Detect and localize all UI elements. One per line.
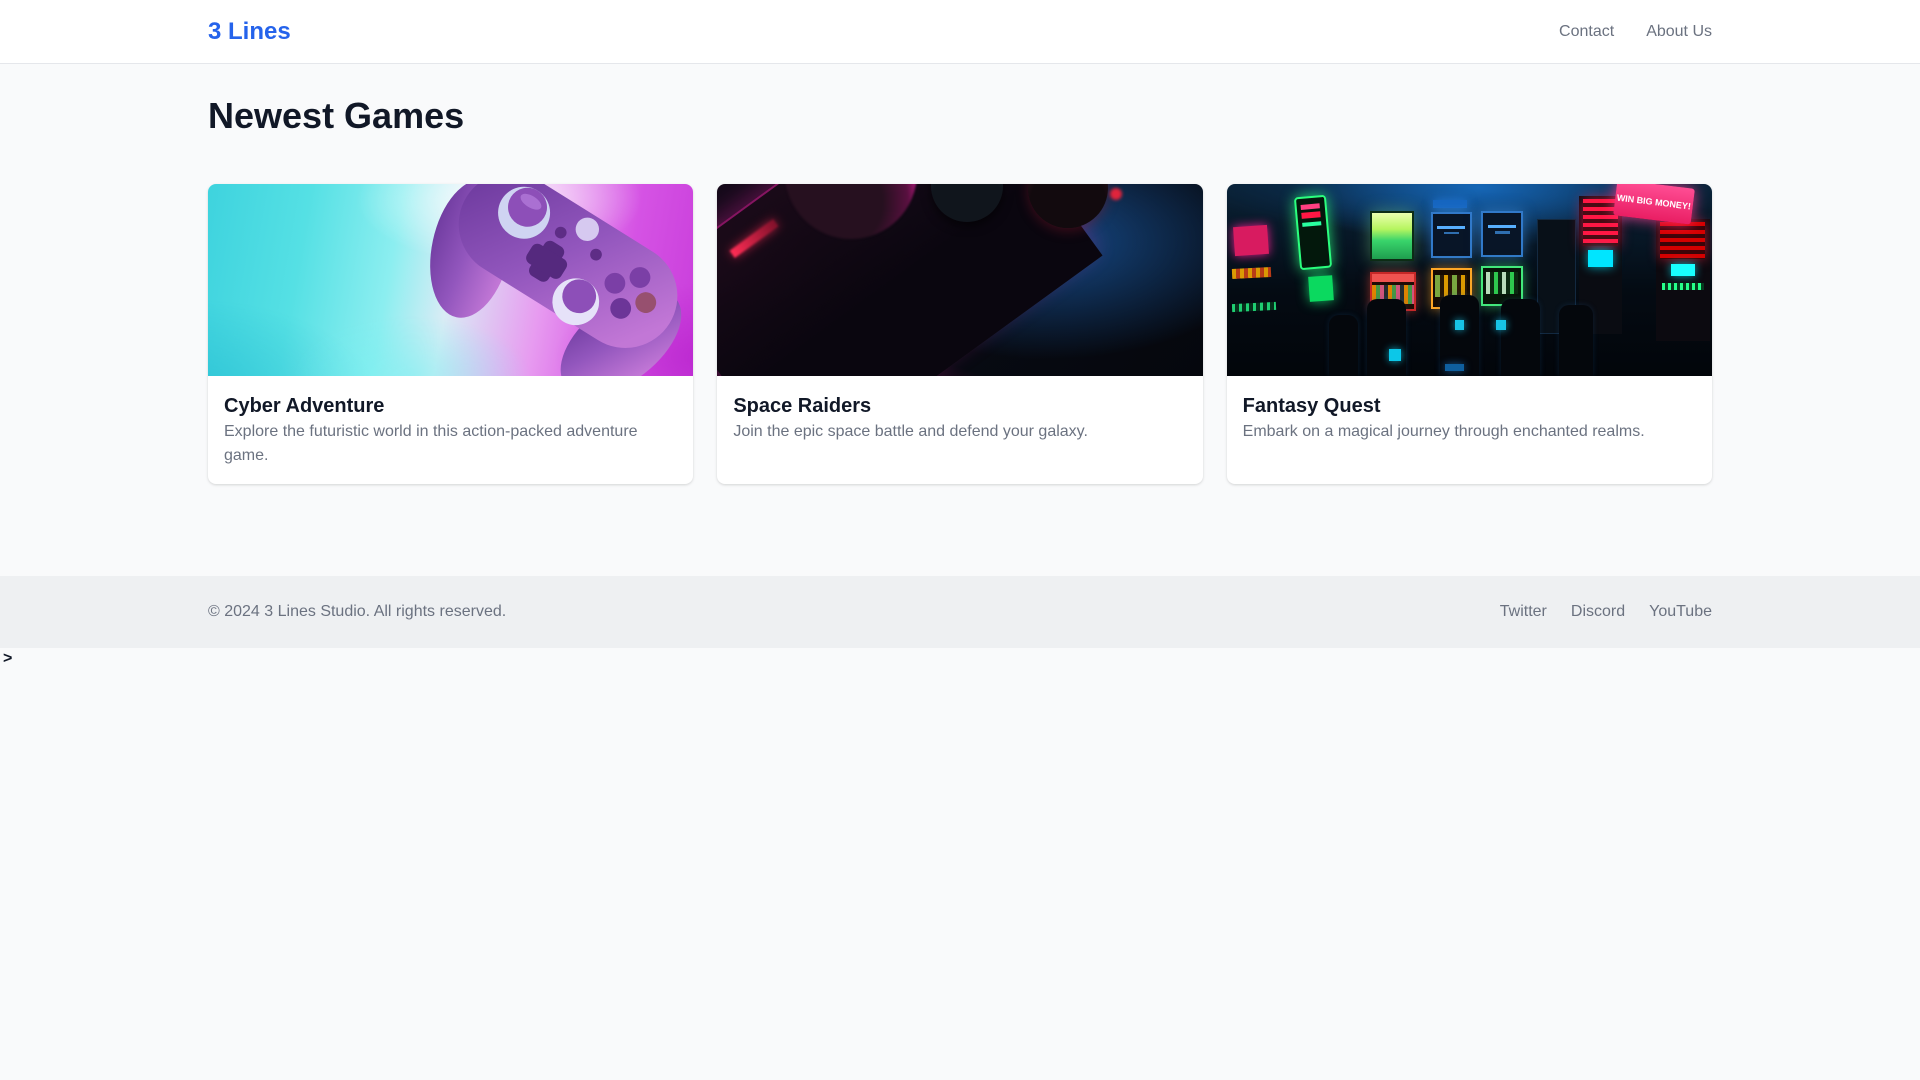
chair-silhouette (1559, 304, 1594, 376)
red-light-graphic (1110, 187, 1123, 200)
page-title: Newest Games (208, 95, 465, 136)
site-header: 3 Lines Contact About Us (0, 0, 1920, 64)
fantasy-quest-image: WIN BIG MONEY! (1226, 184, 1712, 376)
footer-links: Twitter Discord YouTube (1500, 603, 1712, 621)
chair-silhouette (1367, 299, 1407, 376)
neon-poster-graphic (1293, 194, 1332, 270)
card-title: Space Raiders (733, 395, 872, 417)
nav-link-contact[interactable]: Contact (1559, 23, 1614, 41)
site-footer: © 2024 3 Lines Studio. All rights reserv… (0, 576, 1920, 648)
stray-text: > (3, 650, 13, 667)
footer-link-discord[interactable]: Discord (1571, 603, 1625, 621)
arcade-screen-graphic (1481, 210, 1523, 257)
card-description: Explore the futuristic world in this act… (224, 423, 638, 464)
card-description: Embark on a magical journey through ench… (1242, 423, 1645, 440)
main-nav: Contact About Us (1559, 23, 1712, 41)
neon-sign-graphic (1308, 275, 1335, 302)
game-card-space-raiders: Space Raiders Join the epic space battle… (717, 184, 1203, 484)
stool-silhouette (1328, 314, 1358, 376)
nav-link-about-us[interactable]: About Us (1646, 23, 1712, 41)
game-card-fantasy-quest: WIN BIG MONEY! Fantasy Quest Embark on a… (1226, 184, 1712, 484)
copyright-text: © 2024 3 Lines Studio. All rights reserv… (208, 603, 507, 620)
brand-logo[interactable]: 3 Lines (208, 18, 291, 46)
slot-machine-graphic (1656, 218, 1710, 342)
main-content: Newest Games Cyber Adventure Explore the… (0, 64, 1920, 576)
cyber-adventure-image (208, 184, 694, 376)
space-raiders-image (717, 184, 1203, 376)
games-grid: Cyber Adventure Explore the futuristic w… (208, 184, 1712, 484)
chair-silhouette (1500, 299, 1540, 376)
footer-link-youtube[interactable]: YouTube (1649, 603, 1712, 621)
card-title: Fantasy Quest (1242, 395, 1381, 417)
footer-link-twitter[interactable]: Twitter (1500, 603, 1547, 621)
arcade-screen-graphic (1430, 211, 1472, 258)
arcade-screen-graphic (1369, 210, 1414, 261)
win-big-money-sign: WIN BIG MONEY! (1612, 184, 1695, 226)
card-title: Cyber Adventure (224, 395, 385, 417)
card-description: Join the epic space battle and defend yo… (733, 423, 1088, 440)
slot-machine-graphic (1232, 225, 1269, 257)
game-controller-graphic (363, 184, 693, 376)
game-card-cyber-adventure: Cyber Adventure Explore the futuristic w… (208, 184, 694, 484)
